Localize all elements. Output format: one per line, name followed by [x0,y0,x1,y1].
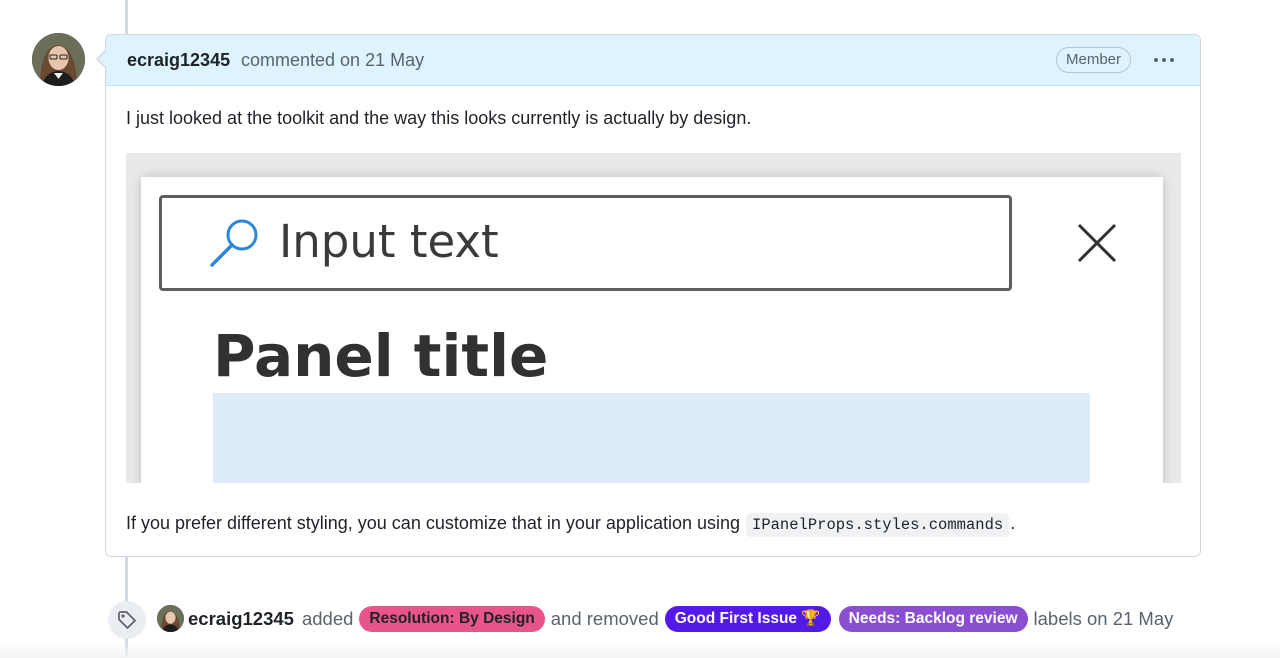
avatar[interactable] [157,605,184,632]
screenshot-content-block [213,393,1090,483]
screenshot-panel: Input text Panel title [141,177,1163,483]
screenshot-input-text: Input text [279,215,499,268]
screenshot-panel-title: Panel title [213,322,549,390]
kebab-horizontal-icon[interactable] [1150,47,1178,73]
role-badge: Member [1056,47,1132,73]
close-icon [1077,223,1117,263]
comment-timestamp[interactable]: commented on 21 May [241,50,424,71]
label-event: ecraig12345 added Resolution: By Design … [188,605,1175,633]
inline-code: IPanelProps.styles.commands [746,513,1010,537]
label-good-first-issue[interactable]: Good First Issue 🏆 [664,606,831,632]
comment-paragraph: I just looked at the toolkit and the way… [126,108,752,128]
comment-author-link[interactable]: ecraig12345 [127,50,230,71]
comment-box: ecraig12345 commented on 21 May Member I… [105,34,1201,557]
comment-pointer-fill [98,51,106,67]
event-actor-link[interactable]: ecraig12345 [188,608,294,630]
embedded-screenshot[interactable]: Input text Panel title [126,153,1181,483]
bottom-fade [0,640,1280,658]
label-needs-backlog-review[interactable]: Needs: Backlog review [838,606,1028,632]
comment-header: ecraig12345 commented on 21 May Member [106,35,1200,86]
avatar[interactable] [32,33,85,86]
screenshot-search-box: Input text [159,195,1012,291]
paragraph-text: . [1010,513,1016,533]
tag-icon [108,601,146,639]
issue-timeline: ecraig12345 commented on 21 May Member I… [0,0,1280,658]
paragraph-text: If you prefer different styling, you can… [126,513,741,533]
event-text: and removed [550,608,659,629]
event-timestamp[interactable]: labels on 21 May [1034,608,1174,630]
label-resolution-by-design[interactable]: Resolution: By Design [359,606,545,632]
search-icon [210,219,258,267]
comment-paragraph: If you prefer different styling, you can… [126,513,1016,537]
event-text: added [301,608,354,629]
